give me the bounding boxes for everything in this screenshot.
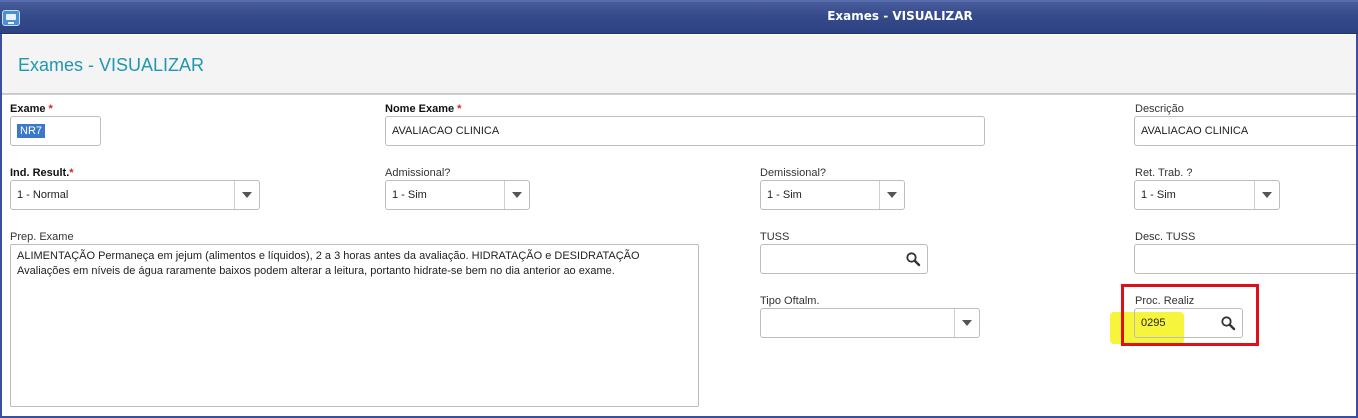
ind-result-select[interactable]: 1 - Normal <box>10 180 260 210</box>
tuss-label: TUSS <box>760 231 790 243</box>
ind-result-label: Ind. Result.* <box>10 167 74 179</box>
page-header <box>2 35 1356 94</box>
chevron-down-icon[interactable] <box>504 181 529 209</box>
desc-tuss-label: Desc. TUSS <box>1135 231 1196 243</box>
admissional-value: 1 - Sim <box>392 189 427 201</box>
exame-value: NR7 <box>17 124 46 138</box>
prep-exame-label: Prep. Exame <box>10 231 74 243</box>
tipo-oftalm-label: Tipo Oftalm. <box>760 295 820 307</box>
title-bar-top-line <box>0 0 1358 2</box>
annotation-highlight-box <box>1121 284 1259 346</box>
prep-exame-textarea[interactable]: ALIMENTAÇÃO Permaneça em jejum (alimento… <box>10 244 699 407</box>
page-title: Exames - VISUALIZAR <box>18 55 205 75</box>
demissional-label: Demissional? <box>760 167 827 179</box>
app-window-icon[interactable] <box>2 10 20 26</box>
ret-trab-label: Ret. Trab. ? <box>1135 167 1193 179</box>
ret-trab-select[interactable]: 1 - Sim <box>1134 180 1280 210</box>
nome-exame-field[interactable]: AVALIACAO CLINICA <box>385 116 985 146</box>
admissional-label: Admissional? <box>385 167 451 179</box>
ret-trab-value: 1 - Sim <box>1141 189 1176 201</box>
admissional-select[interactable]: 1 - Sim <box>385 180 530 210</box>
demissional-value: 1 - Sim <box>767 189 802 201</box>
chevron-down-icon[interactable] <box>954 309 979 337</box>
exame-label: Exame * <box>10 103 53 115</box>
tipo-oftalm-select[interactable] <box>760 308 980 338</box>
descricao-label: Descrição <box>1135 103 1184 115</box>
descricao-field[interactable]: AVALIACAO CLINICA <box>1134 116 1356 146</box>
nome-exame-value: AVALIACAO CLINICA <box>392 125 500 137</box>
exame-field[interactable]: NR7 <box>10 116 101 146</box>
desc-tuss-field[interactable] <box>1134 244 1356 274</box>
chevron-down-icon[interactable] <box>1254 181 1279 209</box>
ind-result-value: 1 - Normal <box>17 189 69 201</box>
nome-exame-label: Nome Exame * <box>385 103 462 115</box>
descricao-value: AVALIACAO CLINICA <box>1141 125 1249 137</box>
search-icon[interactable] <box>905 251 921 267</box>
chevron-down-icon[interactable] <box>234 181 259 209</box>
window-title: Exames - VISUALIZAR <box>827 9 973 23</box>
header-divider <box>2 94 1356 95</box>
tuss-field[interactable] <box>760 244 928 274</box>
chevron-down-icon[interactable] <box>879 181 904 209</box>
demissional-select[interactable]: 1 - Sim <box>760 180 905 210</box>
